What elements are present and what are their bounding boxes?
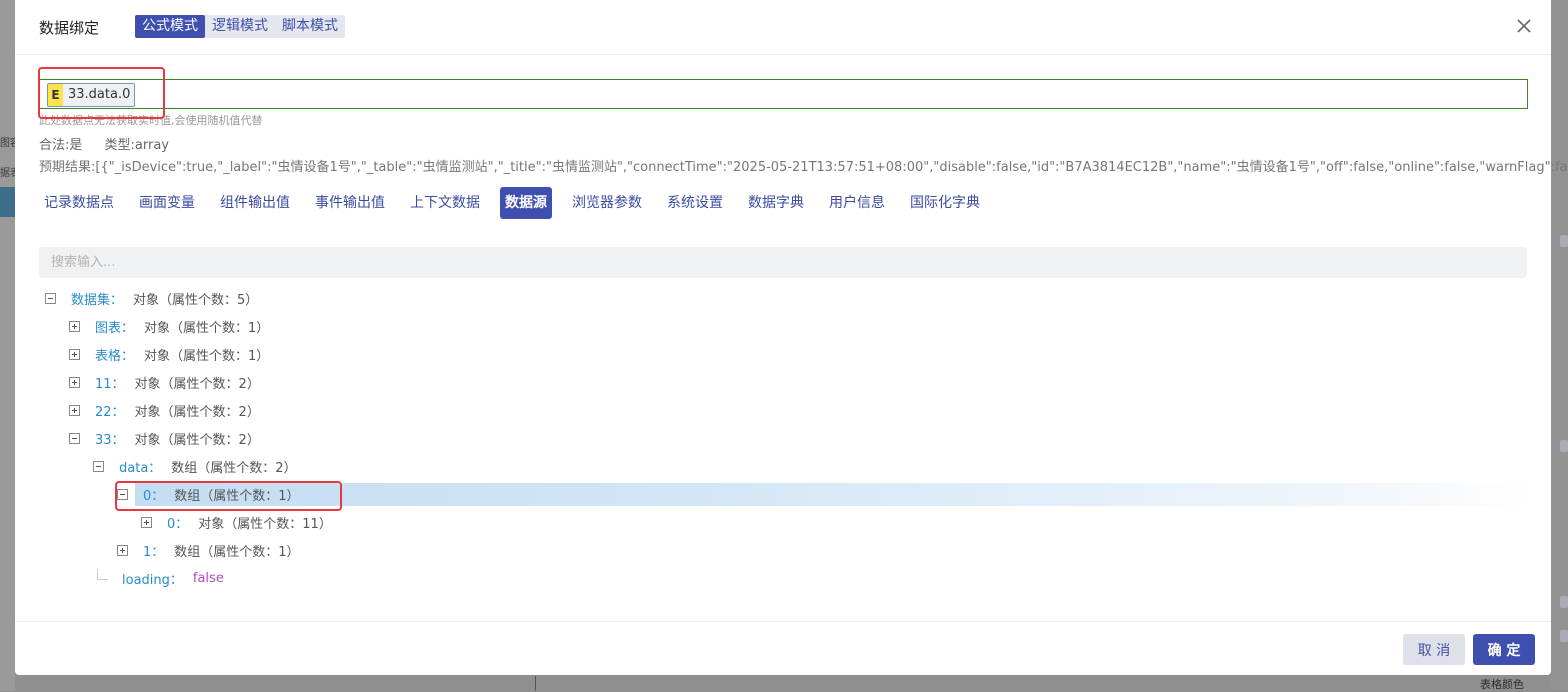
collapse-icon[interactable] [45, 292, 56, 304]
tree-value: false [192, 570, 224, 586]
tree-leaf[interactable]: loading： false [97, 567, 224, 589]
data-binding-dialog: 数据绑定 公式模式 逻辑模式 脚本模式 E 33.data.0 此处数据点无法获… [15, 0, 1568, 676]
formula-hint: 此处数据点无法获取实时值,会使用随机值代替 [39, 114, 263, 127]
tree-key: 1： [143, 544, 165, 560]
tab-context-data[interactable]: 上下文数据 [405, 187, 485, 219]
mode-switch: 公式模式 逻辑模式 脚本模式 [135, 15, 345, 38]
tree-node[interactable]: data： 数组（属性个数：2） [93, 455, 297, 477]
dialog-footer: 取 消 确 定 [15, 621, 1551, 676]
valid-status: 合法:是 [39, 138, 83, 153]
selected-row-highlight [135, 483, 1535, 506]
close-icon[interactable] [1515, 17, 1533, 35]
tab-i18n-dictionary[interactable]: 国际化字典 [905, 187, 985, 219]
tree-connector [97, 568, 108, 580]
dialog-header: 数据绑定 公式模式 逻辑模式 脚本模式 [15, 0, 1551, 55]
mode-script-button[interactable]: 脚本模式 [275, 15, 345, 38]
formula-token[interactable]: E 33.data.0 [47, 83, 136, 107]
formula-editor[interactable]: E 33.data.0 [39, 79, 1528, 109]
tab-event-output[interactable]: 事件输出值 [310, 187, 390, 219]
tree-node[interactable]: 33： 对象（属性个数：2） [69, 427, 260, 449]
source-tabs: 记录数据点 画面变量 组件输出值 事件输出值 上下文数据 数据源 浏览器参数 系… [39, 187, 1000, 219]
tree-key: 图表： [95, 320, 135, 336]
tree-value: 对象（属性个数：11） [198, 516, 332, 532]
expand-icon[interactable] [69, 320, 80, 332]
tree-key: 11： [95, 376, 125, 392]
tab-system-settings[interactable]: 系统设置 [662, 187, 728, 219]
background-fragment: 据表 [0, 168, 15, 179]
tree-node-selected[interactable]: 0： 数组（属性个数：1） [117, 483, 300, 505]
formula-token-text: 33.data.0 [68, 87, 131, 102]
expand-icon[interactable] [69, 404, 80, 416]
background-fragment: 图容 [0, 138, 15, 149]
tree-value: 对象（属性个数：1） [144, 320, 270, 336]
collapse-icon[interactable] [69, 432, 80, 444]
mode-logic-button[interactable]: 逻辑模式 [205, 15, 275, 38]
tree-key: 0： [167, 516, 189, 532]
tab-datasource[interactable]: 数据源 [500, 187, 552, 219]
tree-value: 数组（属性个数：2） [171, 460, 297, 476]
expand-icon[interactable] [69, 348, 80, 360]
tree-node[interactable]: 表格： 对象（属性个数：1） [69, 343, 269, 365]
tree-key: 数据集： [71, 292, 124, 308]
tree-key: 22： [95, 404, 125, 420]
tree-node[interactable]: 22： 对象（属性个数：2） [69, 399, 260, 421]
expand-icon[interactable] [69, 376, 80, 388]
tree-key: 表格： [95, 348, 135, 364]
confirm-button[interactable]: 确 定 [1473, 634, 1535, 665]
tree-value: 对象（属性个数：2） [134, 432, 260, 448]
background-divider [535, 676, 536, 691]
tree-key: 0： [143, 488, 165, 504]
expected-result: 预期结果:[{"_isDevice":true,"_label":"虫情设备1号… [39, 160, 1568, 175]
tree-value: 数组（属性个数：1） [174, 544, 300, 560]
tree-value: 对象（属性个数：2） [134, 404, 260, 420]
background-tick [1560, 235, 1568, 247]
tab-screen-variables[interactable]: 画面变量 [134, 187, 200, 219]
tree-value: 对象（属性个数：2） [134, 376, 260, 392]
expression-icon: E [48, 84, 63, 106]
cancel-button[interactable]: 取 消 [1403, 634, 1465, 665]
formula-meta: 合法:是 类型:array [39, 134, 187, 153]
mode-formula-button[interactable]: 公式模式 [135, 15, 205, 38]
tree-node[interactable]: 图表： 对象（属性个数：1） [69, 315, 269, 337]
search-input[interactable] [39, 247, 1527, 278]
tab-browser-params[interactable]: 浏览器参数 [567, 187, 647, 219]
expand-icon[interactable] [141, 516, 152, 528]
background-right-edge [1551, 0, 1568, 691]
tree-key: data： [119, 460, 162, 476]
tab-component-output[interactable]: 组件输出值 [215, 187, 295, 219]
tree-node[interactable]: 数据集： 对象（属性个数：5） [45, 287, 258, 309]
tab-data-dictionary[interactable]: 数据字典 [743, 187, 809, 219]
background-tick [1560, 440, 1568, 452]
tree-node[interactable]: 0： 对象（属性个数：11） [141, 511, 332, 533]
collapse-icon[interactable] [93, 460, 104, 472]
result-type: 类型:array [104, 138, 169, 153]
background-selected-bar [0, 187, 15, 217]
expand-icon[interactable] [117, 544, 128, 556]
background-label: 表格颜色 [1480, 678, 1524, 691]
background-tick [1560, 630, 1568, 642]
tree-value: 数组（属性个数：1） [174, 488, 300, 504]
tree-key: 33： [95, 432, 125, 448]
tab-user-info[interactable]: 用户信息 [824, 187, 890, 219]
tree-key: loading： [122, 572, 183, 588]
tree-node[interactable]: 1： 数组（属性个数：1） [117, 539, 300, 561]
tab-record-datapoint[interactable]: 记录数据点 [39, 187, 119, 219]
background-tick [1560, 596, 1568, 608]
dialog-title: 数据绑定 [39, 19, 100, 37]
collapse-icon[interactable] [117, 488, 128, 500]
tree-node[interactable]: 11： 对象（属性个数：2） [69, 371, 260, 393]
tree-value: 对象（属性个数：5） [133, 292, 259, 308]
tree-value: 对象（属性个数：1） [144, 348, 270, 364]
background-left-edge: 图容 据表 [0, 0, 15, 691]
